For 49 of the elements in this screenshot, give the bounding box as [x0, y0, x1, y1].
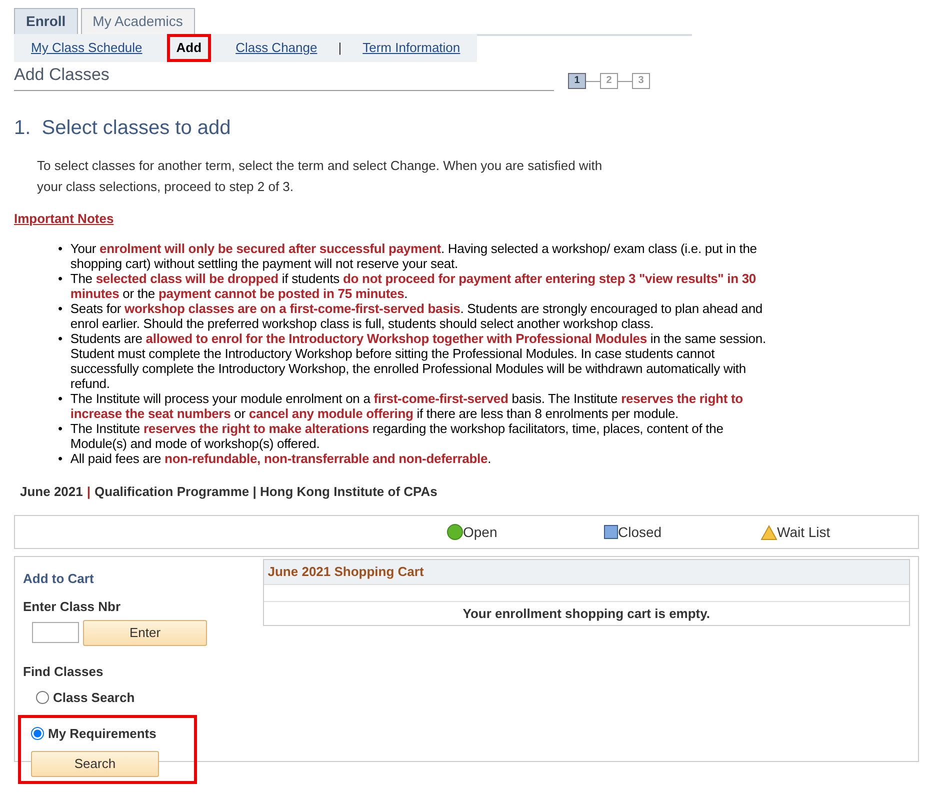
cart-title: June 2021 Shopping Cart — [264, 560, 909, 584]
page-title: Add Classes — [14, 62, 554, 91]
note-item: All paid fees are non-refundable, non-transferrable and non-deferrable. — [70, 450, 492, 466]
section-heading: 1. Select classes to add — [14, 116, 232, 141]
separator-text: | — [86, 482, 91, 501]
nav-link[interactable]: Add — [167, 34, 211, 62]
nav-link[interactable]: My Class Schedule — [22, 34, 152, 62]
radio-option[interactable]: My Requirements — [31, 724, 164, 743]
step-indicator: 2 — [600, 73, 618, 89]
bullet-marker: • — [58, 390, 62, 408]
note-item: Seats for workshop classes are on a first-come-first-served basis. Students are strongly encouraged to plan ahead and enrol earlier. Should the preferred workshop class is full, students should select another workshop class. — [70, 300, 764, 330]
term-label: June 2021 — [20, 482, 83, 500]
notes-heading: Important Notes — [14, 210, 115, 228]
tab[interactable]: My Academics — [80, 8, 195, 34]
bullet-marker: • — [58, 420, 62, 438]
class-number-field[interactable] — [32, 622, 79, 644]
bullet-marker: • — [58, 270, 62, 288]
nav-link[interactable]: Term Information — [354, 34, 470, 62]
nav-link[interactable]: Class Change — [226, 34, 326, 62]
bullet-marker: • — [58, 300, 62, 318]
separator-text: | — [338, 39, 342, 57]
enter-button[interactable]: Enter — [83, 620, 207, 646]
legend-label: Closed — [618, 522, 662, 542]
note-item: Students are allowed to enrol for the Introductory Workshop together with Professional Modules in the same session. Student must complete the Introductory Workshop before sitting the Professional Modules. In case students cannot successfully complete the Introductory Workshop, the enrolled Professional Modules will be withdrawn automatically with refund. — [70, 330, 767, 390]
bullet-marker: • — [58, 240, 62, 258]
term-label: Qualification Programme | Hong Kong Institute of CPAs — [94, 482, 438, 501]
step-indicator: 3 — [632, 73, 650, 89]
wait-list-icon — [761, 524, 777, 540]
tab[interactable]: Enroll — [14, 8, 78, 34]
note-item: The Institute will process your module enrolment on a first-come-first-served basis. The Institute reserves the right to increase the seat numbers or cancel any module offering if there are less than 8 enrolments per module. — [70, 390, 744, 420]
empty-cart-message: Your enrollment shopping cart is empty. — [264, 600, 909, 625]
radio-option[interactable]: Class Search — [36, 688, 210, 708]
bullet-marker: • — [58, 450, 62, 466]
field-label: Enter Class Nbr — [23, 598, 122, 616]
step-indicator: 1 — [568, 73, 586, 89]
radio-button[interactable] — [36, 691, 49, 704]
open-status-icon — [447, 524, 463, 540]
closed-status-icon — [604, 525, 618, 539]
legend-label: Open — [463, 522, 498, 542]
bullet-marker: • — [58, 330, 62, 348]
legend-label: Wait List — [777, 522, 830, 542]
note-item: The Institute reserves the right to make alterations regarding the workshop facilitators, time, places, content of the Module(s) and mode of workshop(s) offered. — [70, 420, 724, 450]
search-button[interactable]: Search — [31, 751, 159, 776]
note-item: Your enrolment will only be secured after successful payment. Having selected a workshop/ exam class (i.e. put in the shopping cart) without settling the payment will not reserve your seat. — [70, 240, 758, 270]
instructions-text: To select classes for another term, select the term and select Change. When you are satisfied with your class selections, proceed to step 2 of 3. — [37, 157, 604, 196]
field-label: Find Classes — [23, 662, 104, 680]
panel-title: Add to Cart — [23, 570, 95, 588]
radio-button[interactable] — [31, 726, 44, 740]
note-item: The selected class will be dropped if students do not proceed for payment after entering step 3 "view results" in 30 minutes or the payment cannot be posted in 75 minutes. — [70, 270, 758, 300]
